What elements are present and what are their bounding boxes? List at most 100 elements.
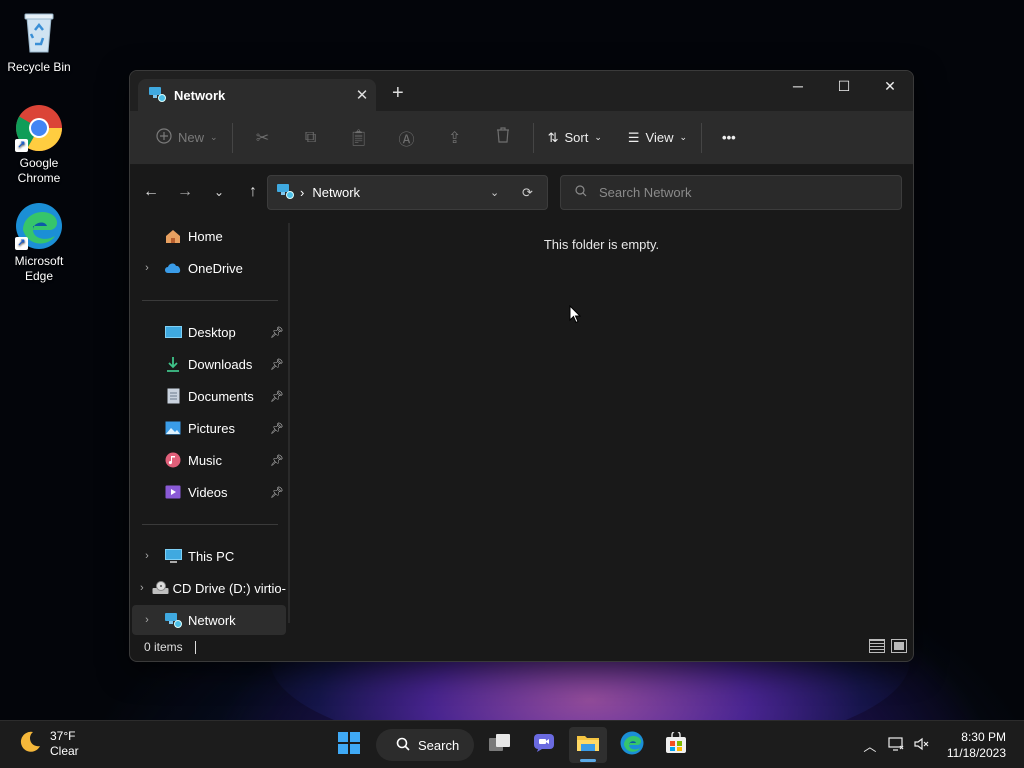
taskbar-search-label: Search — [418, 737, 460, 753]
sort-arrows-icon: ⇅ — [547, 129, 559, 145]
sort-button[interactable]: ⇅ Sort ⌄ — [540, 121, 610, 155]
close-button[interactable]: ✕ — [867, 71, 913, 101]
details-view-button[interactable] — [869, 639, 885, 653]
pin-icon[interactable]: 📌︎ — [270, 358, 284, 371]
sidebar-divider — [142, 524, 278, 525]
task-view-button[interactable] — [481, 727, 519, 763]
large-icons-view-button[interactable] — [891, 639, 907, 653]
back-button[interactable]: ← — [134, 183, 168, 201]
sidebar-item-label: Network — [188, 612, 236, 628]
weather-temp: 37°F — [50, 729, 76, 743]
sidebar-item-downloads[interactable]: Downloads 📌︎ — [132, 349, 286, 379]
paste-button[interactable]: 📋︎ — [335, 121, 383, 155]
weather-widget[interactable]: 37°F Clear — [18, 729, 79, 759]
sidebar-item-videos[interactable]: Videos 📌︎ — [132, 477, 286, 507]
pin-icon[interactable]: 📌︎ — [270, 390, 284, 403]
recycle-bin-icon — [15, 8, 63, 56]
share-button[interactable]: ⇪ — [431, 121, 479, 155]
recent-locations-button[interactable]: ⌄ — [202, 183, 236, 201]
title-bar[interactable]: Network ✕ + ─ ☐ ✕ — [130, 71, 913, 111]
search-input[interactable] — [599, 185, 879, 200]
chevron-right-icon[interactable]: › — [132, 262, 162, 274]
view-button[interactable]: ☰ View ⌄ — [620, 121, 695, 155]
cut-button[interactable]: ✂ — [239, 121, 287, 155]
file-explorer-taskbar-button[interactable] — [569, 727, 607, 763]
address-bar[interactable]: › Network ⌄ ⟳ — [267, 175, 548, 210]
clock[interactable]: 8:30 PM 11/18/2023 — [935, 729, 1024, 761]
up-button[interactable]: ↑ — [236, 183, 270, 201]
chevron-right-icon[interactable]: › — [132, 582, 152, 594]
sidebar-item-documents[interactable]: Documents 📌︎ — [132, 381, 286, 411]
command-bar: New ⌄ ✂ ⧉ 📋︎ Ⓐ ⇪ ⇅ Sort ⌄ ☰ View ⌄ ••• — [130, 111, 913, 165]
teams-chat-button[interactable] — [525, 727, 563, 763]
sidebar-item-label: Music — [188, 452, 222, 468]
videos-icon — [162, 483, 184, 501]
desktop-icon-chrome[interactable]: ↗ Google Chrome — [4, 104, 74, 186]
status-bar: 0 items — [130, 633, 913, 661]
copy-icon: ⧉ — [304, 128, 317, 146]
pin-icon[interactable]: 📌︎ — [270, 326, 284, 339]
onedrive-icon — [162, 259, 184, 277]
sidebar-item-this-pc[interactable]: › This PC — [132, 541, 286, 571]
shortcut-arrow-icon: ↗ — [15, 139, 28, 152]
rename-button[interactable]: Ⓐ — [383, 121, 431, 155]
network-icon — [276, 183, 294, 202]
edge-icon — [620, 731, 644, 760]
sidebar-item-label: Home — [188, 228, 223, 244]
network-status-button[interactable] — [883, 736, 909, 754]
sidebar-item-label: This PC — [188, 548, 235, 564]
scissors-icon: ✂ — [255, 129, 270, 147]
documents-icon — [162, 387, 184, 405]
store-taskbar-button[interactable] — [657, 727, 695, 763]
sort-button-label: Sort — [564, 130, 589, 145]
desktop-icon-recycle-bin[interactable]: Recycle Bin — [4, 8, 74, 75]
chevron-right-icon[interactable]: › — [132, 614, 162, 626]
search-box[interactable] — [560, 175, 902, 210]
taskbar-search-button[interactable]: Search — [376, 729, 474, 761]
volume-button[interactable] — [909, 737, 935, 754]
sidebar-item-label: Videos — [188, 484, 228, 500]
copy-button[interactable]: ⧉ — [287, 121, 335, 155]
forward-button[interactable]: → — [168, 183, 202, 201]
new-button[interactable]: New ⌄ — [148, 121, 226, 155]
tab-title: Network — [174, 87, 226, 103]
show-hidden-icons-button[interactable]: ︿ — [857, 736, 883, 755]
toolbar-divider — [231, 122, 233, 153]
sidebar-item-music[interactable]: Music 📌︎ — [132, 445, 286, 475]
shortcut-arrow-icon: ↗ — [15, 237, 28, 250]
delete-button[interactable] — [479, 121, 527, 155]
empty-folder-message: This folder is empty. — [543, 237, 660, 252]
mouse-cursor — [569, 304, 582, 329]
new-tab-button[interactable]: + — [392, 83, 404, 103]
search-icon — [575, 185, 587, 200]
address-dropdown-button[interactable]: ⌄ — [490, 186, 499, 199]
maximize-button[interactable]: ☐ — [821, 71, 867, 101]
sidebar-item-desktop[interactable]: Desktop 📌︎ — [132, 317, 286, 347]
refresh-icon[interactable]: ⟳ — [522, 185, 533, 201]
minimize-button[interactable]: ─ — [775, 71, 821, 101]
sidebar-item-onedrive[interactable]: › OneDrive — [132, 253, 286, 283]
clock-date: 11/18/2023 — [946, 746, 1006, 760]
chevron-right-icon[interactable]: › — [132, 550, 162, 562]
pin-icon[interactable]: 📌︎ — [270, 422, 284, 435]
music-icon — [162, 451, 184, 469]
start-button[interactable] — [330, 727, 368, 763]
edge-taskbar-button[interactable] — [613, 727, 651, 763]
pin-icon[interactable]: 📌︎ — [270, 454, 284, 467]
tab-close-button[interactable]: ✕ — [348, 86, 376, 104]
moon-icon — [18, 730, 42, 759]
sidebar-item-network[interactable]: › Network — [132, 605, 286, 635]
more-options-button[interactable]: ••• — [714, 121, 744, 155]
desktop-icon-edge[interactable]: ↗ Microsoft Edge — [4, 202, 74, 284]
sidebar-item-pictures[interactable]: Pictures 📌︎ — [132, 413, 286, 443]
file-list-area[interactable]: This folder is empty. — [290, 219, 913, 635]
breadcrumb-network[interactable]: Network — [312, 185, 360, 200]
chat-icon — [533, 733, 555, 758]
pin-icon[interactable]: 📌︎ — [270, 486, 284, 499]
tab-network[interactable]: Network ✕ — [138, 79, 376, 111]
edge-icon: ↗ — [15, 202, 63, 250]
breadcrumb-separator[interactable]: › — [300, 185, 304, 200]
task-view-icon — [488, 733, 512, 758]
sidebar-item-cd-drive[interactable]: › CD Drive (D:) virtio- — [132, 573, 286, 603]
sidebar-item-home[interactable]: Home — [132, 221, 286, 251]
